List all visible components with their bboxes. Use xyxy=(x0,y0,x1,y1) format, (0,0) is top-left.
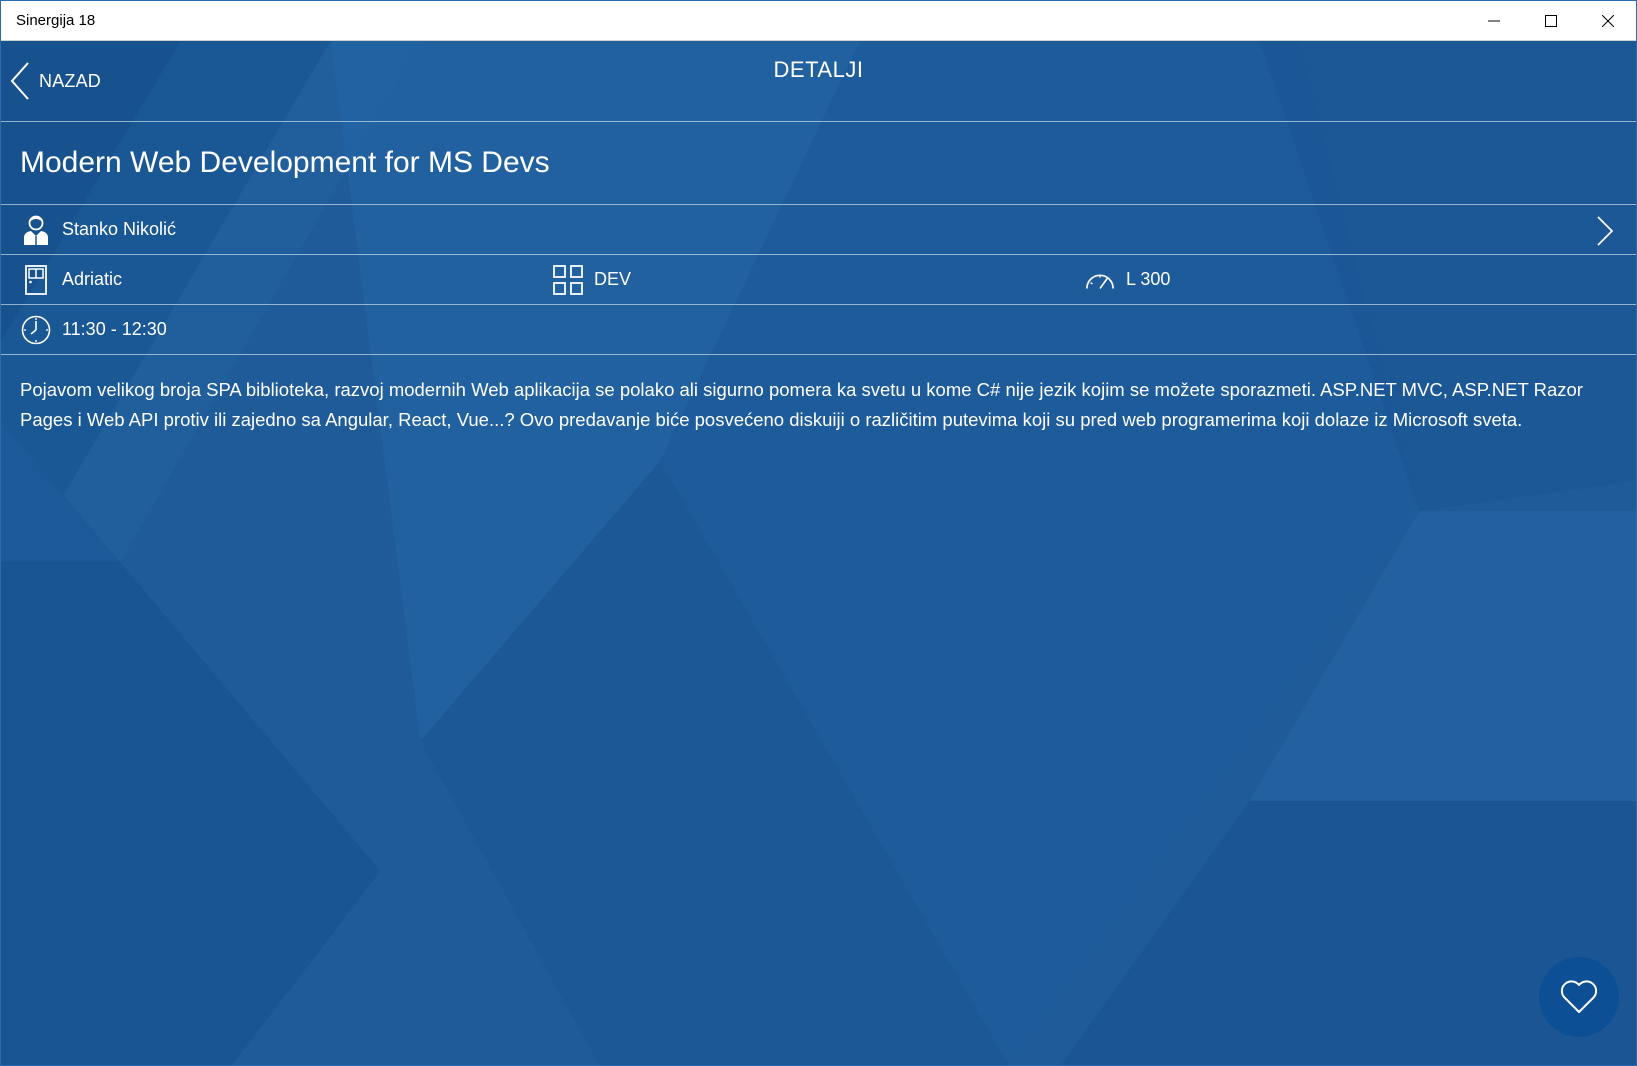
room-info: Adriatic xyxy=(21,264,553,295)
heart-icon xyxy=(1560,980,1598,1013)
clock-icon xyxy=(21,315,51,345)
level-info: L 300 xyxy=(1085,265,1617,295)
minimize-button[interactable] xyxy=(1465,1,1522,41)
minimize-icon xyxy=(1487,20,1500,22)
door-icon xyxy=(21,264,51,295)
track-name: DEV xyxy=(594,269,632,289)
maximize-icon xyxy=(1544,15,1557,27)
meta-row: Adriatic DEV L 300 xyxy=(1,255,1636,305)
title-bar[interactable]: Sinergija 18 xyxy=(1,1,1636,41)
level-value: L 300 xyxy=(1126,269,1171,289)
time-row: 11:30 - 12:30 xyxy=(1,305,1636,355)
session-time: 11:30 - 12:30 xyxy=(62,319,167,339)
speedometer-icon xyxy=(1085,265,1115,295)
app-window: Sinergija 18 NAZAD DETALJI Modern Web De… xyxy=(0,0,1637,1066)
close-button[interactable] xyxy=(1579,1,1636,41)
page-title: DETALJI xyxy=(773,57,864,82)
grid-icon xyxy=(553,264,583,295)
speaker-name: Stanko Nikolić xyxy=(62,219,177,239)
favorite-button[interactable] xyxy=(1539,957,1619,1037)
close-icon xyxy=(1601,15,1614,27)
page-header: NAZAD DETALJI xyxy=(1,41,1636,122)
session-description: Pojavom velikog broja SPA biblioteka, ra… xyxy=(20,379,1583,430)
speaker-row[interactable]: Stanko Nikolić xyxy=(1,205,1636,255)
window-title: Sinergija 18 xyxy=(16,12,96,29)
session-title: Modern Web Development for MS Devs xyxy=(1,122,1636,205)
person-icon xyxy=(21,215,51,245)
window-controls xyxy=(1465,1,1636,41)
room-name: Adriatic xyxy=(62,269,123,289)
session-details: NAZAD DETALJI Modern Web Development for… xyxy=(1,41,1636,1065)
track-info: DEV xyxy=(553,264,1085,295)
maximize-button[interactable] xyxy=(1522,1,1579,41)
chevron-right-icon xyxy=(1596,216,1614,251)
